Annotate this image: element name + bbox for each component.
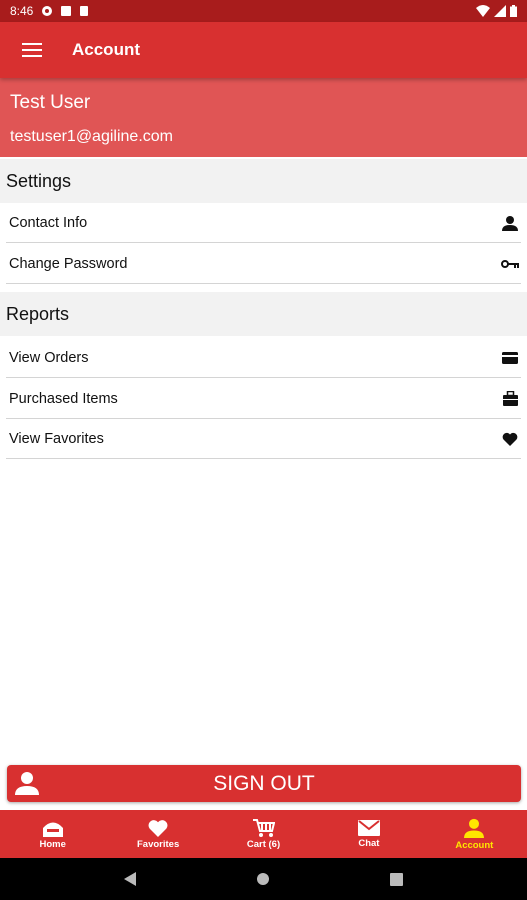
page-title: Account xyxy=(72,40,140,59)
reports-section-header: Reports xyxy=(0,292,527,336)
back-icon[interactable] xyxy=(124,872,136,886)
menu-icon[interactable] xyxy=(22,43,42,57)
cart-icon xyxy=(252,818,275,837)
bottom-navigation: Home Favorites Cart (6) Chat Account xyxy=(0,810,527,858)
profile-name: Test User xyxy=(10,92,91,113)
nav-favorites-label: Favorites xyxy=(136,838,180,850)
person-icon xyxy=(464,818,485,838)
sign-out-button[interactable]: SIGN OUT xyxy=(7,765,521,802)
nav-cart[interactable]: Cart (6) xyxy=(211,810,316,858)
settings-section-header: Settings xyxy=(0,159,527,203)
status-bar: 8:46 xyxy=(0,0,527,22)
notification-icon xyxy=(61,6,72,16)
home-circle-icon[interactable] xyxy=(256,872,270,886)
person-icon xyxy=(501,214,519,232)
key-icon xyxy=(501,255,519,273)
profile-header: Test User testuser1@agiline.com xyxy=(0,78,527,157)
app-bar: Account xyxy=(0,22,527,78)
change-password-label: Change Password xyxy=(9,255,128,272)
sign-out-label: SIGN OUT xyxy=(213,771,315,795)
view-orders-label: View Orders xyxy=(9,349,89,366)
card-icon xyxy=(501,349,519,367)
purchased-items-item[interactable]: Purchased Items xyxy=(6,379,521,419)
purchased-items-label: Purchased Items xyxy=(9,390,118,407)
nav-account-label: Account xyxy=(455,839,494,851)
wifi-icon xyxy=(476,5,490,17)
battery-icon xyxy=(510,5,517,17)
view-favorites-label: View Favorites xyxy=(9,430,104,447)
contact-info-label: Contact Info xyxy=(9,214,88,231)
briefcase-icon xyxy=(501,390,519,408)
view-orders-item[interactable]: View Orders xyxy=(6,338,521,378)
heart-icon xyxy=(501,430,519,448)
nav-account[interactable]: Account xyxy=(422,810,527,858)
nav-home-label: Home xyxy=(39,838,66,850)
status-time: 8:46 xyxy=(10,4,34,18)
change-password-item[interactable]: Change Password xyxy=(6,244,521,284)
profile-email: testuser1@agiline.com xyxy=(10,128,173,145)
nav-home[interactable]: Home xyxy=(0,810,105,858)
heart-icon xyxy=(148,819,168,837)
mail-icon xyxy=(357,819,380,836)
home-icon xyxy=(42,822,63,837)
contact-info-item[interactable]: Contact Info xyxy=(6,203,521,243)
person-icon xyxy=(15,771,39,795)
system-navigation-bar xyxy=(0,858,527,900)
sd-card-icon xyxy=(80,6,89,16)
signal-icon xyxy=(494,5,506,17)
view-favorites-item[interactable]: View Favorites xyxy=(6,419,521,459)
nav-cart-label: Cart (6) xyxy=(246,838,281,850)
nav-chat-label: Chat xyxy=(358,837,380,849)
settings-notification-icon xyxy=(42,6,53,16)
nav-favorites[interactable]: Favorites xyxy=(105,810,210,858)
nav-chat[interactable]: Chat xyxy=(316,810,421,858)
recents-icon[interactable] xyxy=(390,872,403,886)
